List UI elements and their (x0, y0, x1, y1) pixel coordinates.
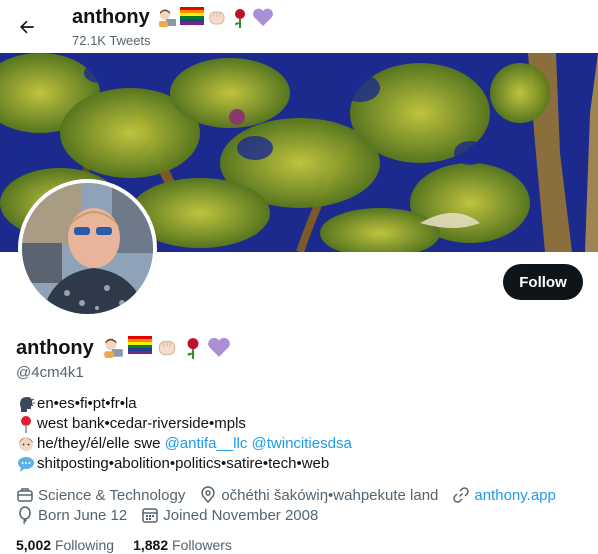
bio-languages-text: en•es•fi•pt•fr•la (37, 395, 137, 412)
avatar[interactable] (18, 179, 157, 318)
following-label: Following (54, 537, 115, 553)
header-name-row: anthony (72, 6, 274, 29)
profile-name: anthony (16, 336, 94, 359)
bio-line-topics: shitposting•abolition•politics•satire•te… (16, 454, 352, 474)
meta-birthday: Born June 12 (16, 506, 127, 524)
header-emojis (156, 6, 274, 29)
rose-icon (234, 8, 245, 28)
profile-emojis (101, 336, 231, 360)
followers-label: Followers (172, 537, 232, 553)
website-link[interactable]: anthony.app (474, 487, 555, 504)
header-name: anthony (72, 6, 150, 28)
category-text: Science & Technology (38, 486, 186, 504)
back-button[interactable] (12, 12, 42, 42)
follow-counts: 5,002 Following 1,882 Followers (16, 537, 251, 553)
calendar-icon (142, 508, 158, 523)
rose-icon (187, 338, 199, 359)
meta-category: Science & Technology (16, 486, 185, 504)
person-icon (16, 434, 36, 454)
bio-pronouns-text: he/they/él/elle swe (37, 435, 165, 452)
arrow-left-icon (20, 20, 34, 34)
followers-number: 1,882 (133, 537, 169, 553)
rainbow-flag-icon (179, 6, 204, 25)
meta-website[interactable]: anthony.app (452, 486, 556, 504)
raised-fist-icon (209, 11, 225, 24)
following-count-link[interactable]: 5,002 Following (16, 537, 114, 553)
link-icon (453, 487, 470, 503)
profile-name-row: anthony (16, 336, 231, 360)
bio-topics-text: shitposting•abolition•politics•satire•te… (37, 455, 330, 472)
follow-button[interactable]: Follow (503, 264, 583, 300)
balloon-icon (19, 506, 31, 524)
bio-line-languages: en•es•fi•pt•fr•la (16, 394, 352, 414)
avatar-image (22, 183, 153, 314)
speech-bubble-icon (16, 454, 36, 474)
profile-meta: Science & Technology očhéthi šakówiŋ•wah… (16, 485, 586, 525)
profile-bio: en•es•fi•pt•fr•la west bank•cedar-rivers… (16, 394, 352, 474)
technologist-emoji-icon (104, 338, 123, 358)
top-bar: anthony 72.1K Tweets (0, 0, 598, 53)
technologist-emoji-icon (158, 9, 176, 27)
bio-line-location: west bank•cedar-riverside•mpls (16, 414, 352, 434)
pin-icon (16, 414, 36, 434)
followers-count-link[interactable]: 1,882 Followers (133, 537, 232, 553)
purple-heart-icon (207, 337, 230, 357)
meta-location: očhéthi šakówiŋ•wahpekute land (199, 486, 438, 504)
purple-heart-icon (252, 8, 273, 26)
bio-location-text: west bank•cedar-riverside•mpls (37, 415, 246, 432)
raised-fist-icon (158, 340, 175, 356)
bio-line-pronouns: he/they/él/elle swe @antifa__llc @twinci… (16, 434, 352, 454)
joined-text: Joined November 2008 (163, 506, 319, 524)
birthday-text: Born June 12 (38, 506, 128, 524)
briefcase-icon (17, 488, 33, 502)
mention-link-twincitiesdsa[interactable]: @twincitiesdsa (252, 434, 352, 454)
mention-link-antifa-llc[interactable]: @antifa__llc (165, 434, 248, 454)
meta-row-1: Science & Technology očhéthi šakówiŋ•wah… (16, 485, 586, 505)
meta-row-2: Born June 12 Joined November 2008 (16, 505, 586, 525)
tweet-count: 72.1K Tweets (72, 33, 151, 48)
speaking-head-icon (16, 394, 36, 414)
location-text: očhéthi šakówiŋ•wahpekute land (221, 486, 439, 504)
location-pin-icon (201, 486, 216, 504)
profile-handle: @4cm4k1 (16, 364, 84, 381)
meta-joined: Joined November 2008 (141, 506, 318, 524)
following-number: 5,002 (16, 537, 52, 553)
rainbow-flag-icon (127, 336, 152, 354)
